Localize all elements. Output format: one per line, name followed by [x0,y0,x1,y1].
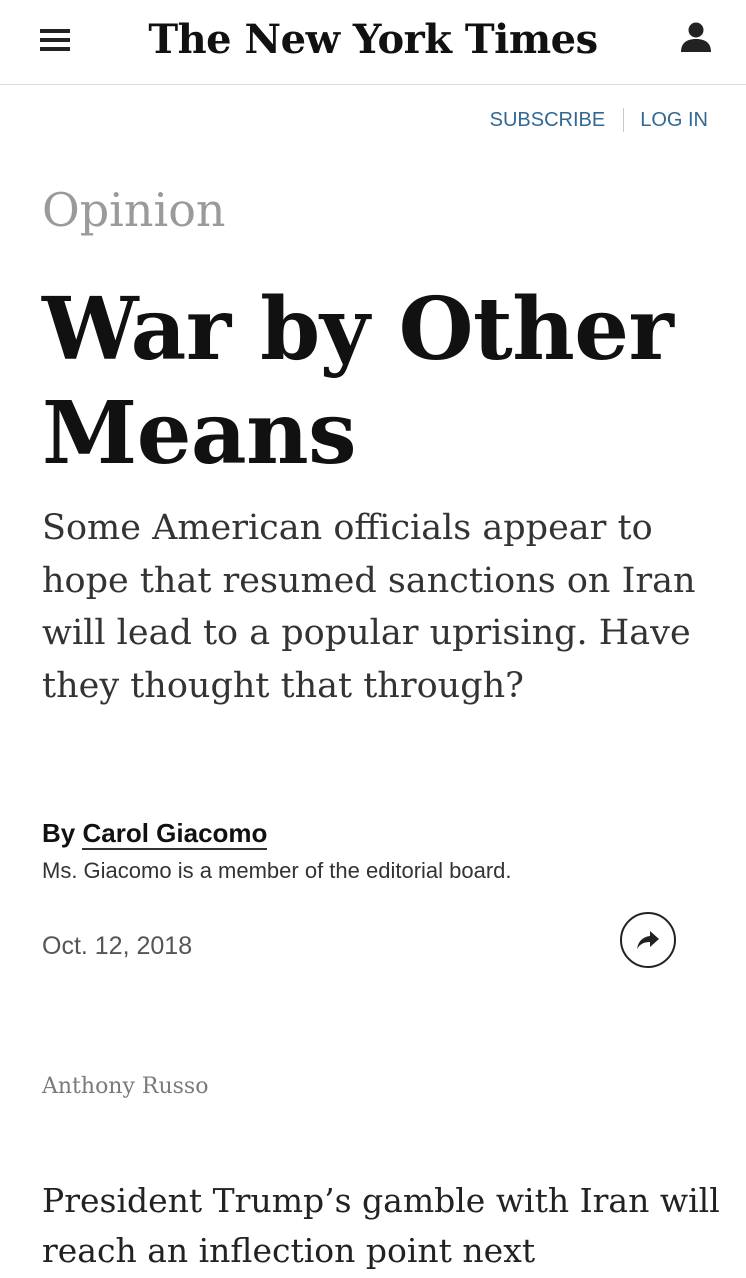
author-bio: Ms. Giacomo is a member of the editorial… [42,858,512,883]
subscribe-link[interactable]: SUBSCRIBE [490,109,606,132]
byline: By Carol Giacomo [42,818,268,850]
byline-prefix: By [42,818,76,848]
auth-links: SUBSCRIBE LOG IN [490,108,708,132]
section-label[interactable]: Opinion [42,180,226,240]
auth-divider [623,108,625,132]
publish-date: Oct. 12, 2018 [42,932,193,960]
article-headline: War by Other Means [42,279,674,484]
top-navigation-bar: The New York Times [0,0,746,85]
article-body-paragraph: President Trump’s gamble with Iran will … [42,1181,720,1270]
user-account-icon[interactable] [676,18,716,58]
nyt-logo[interactable]: The New York Times [0,10,746,70]
image-credit: Anthony Russo [42,1074,209,1099]
article-summary: Some American officials appear to hope t… [42,508,696,706]
share-arrow-icon [637,931,659,949]
login-link[interactable]: LOG IN [640,109,708,132]
author-link[interactable]: Carol Giacomo [82,818,268,850]
share-button[interactable] [620,912,676,968]
